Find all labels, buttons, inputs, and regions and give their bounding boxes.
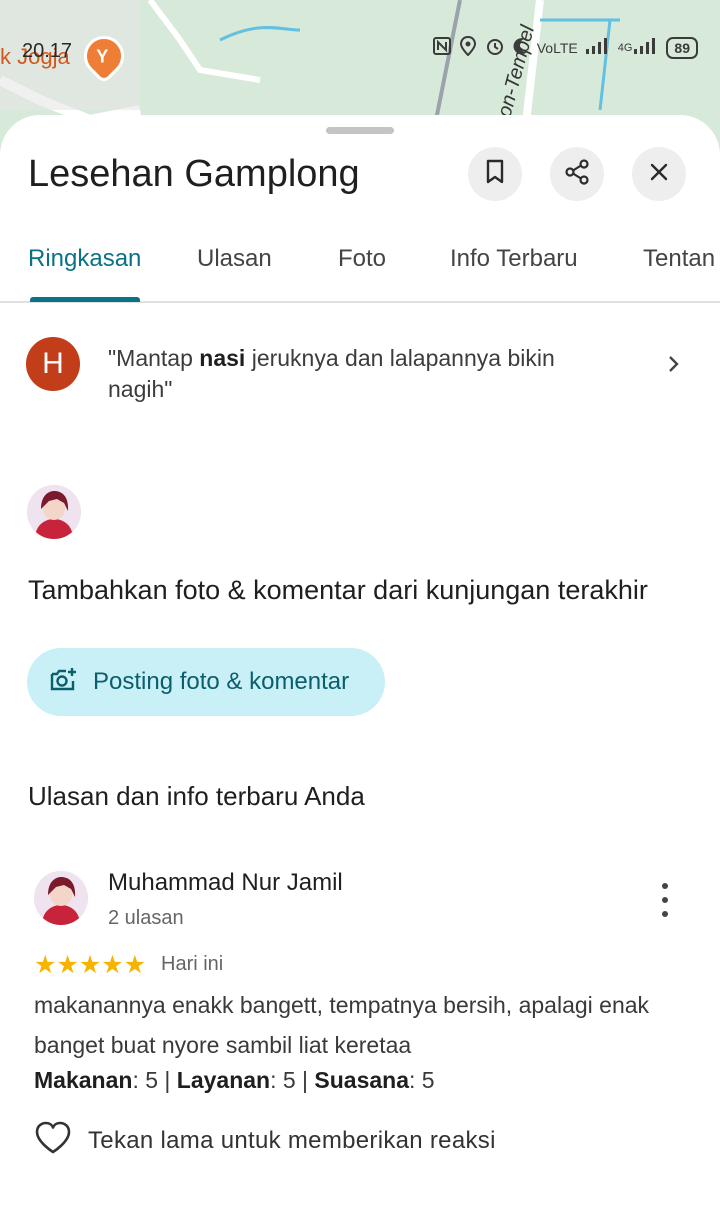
volte-label: VoLTE <box>536 39 578 56</box>
share-icon <box>563 158 591 191</box>
add-photo-icon <box>49 667 77 698</box>
close-icon <box>648 161 670 188</box>
alarm-icon <box>485 36 505 59</box>
review-body: makanannya enakk bangett, tempatnya bers… <box>34 992 650 1058</box>
tab-ringkasan[interactable]: Ringkasan <box>28 245 141 273</box>
snippet-quote: "Mantap nasi jeruknya dan lalapannya bik… <box>108 343 608 405</box>
close-button[interactable] <box>632 147 686 201</box>
signal-2-icon <box>634 38 658 57</box>
nfc-icon <box>432 37 451 58</box>
user-avatar <box>27 485 81 539</box>
more-vert-icon[interactable] <box>650 883 680 917</box>
status-icons: VoLTE 4G 89 <box>432 35 698 59</box>
chevron-right-icon <box>666 353 682 380</box>
star-rating: ★★★★★ <box>34 951 147 979</box>
save-button[interactable] <box>468 147 522 201</box>
sub-ratings: Makanan: 5 | Layanan: 5 | Suasana: 5 <box>34 1067 435 1094</box>
add-photo-prompt: Tambahkan foto & komentar dari kunjungan… <box>28 575 648 605</box>
snippet-quote-bold: nasi <box>199 345 246 371</box>
review-snippet[interactable]: H "Mantap nasi jeruknya dan lalapannya b… <box>26 337 696 427</box>
reviewer-name[interactable]: Muhammad Nur Jamil <box>108 869 343 897</box>
react-label: Tekan lama untuk memberikan reaksi <box>88 1126 496 1154</box>
share-button[interactable] <box>550 147 604 201</box>
service-value: : 5 | <box>270 1067 315 1093</box>
battery-indicator: 89 <box>666 36 698 59</box>
snippet-quote-open: "Mantap <box>108 345 200 371</box>
service-label: Layanan <box>176 1067 271 1093</box>
food-value: : 5 | <box>132 1067 177 1093</box>
post-photo-comment-button[interactable]: Posting foto & komentar <box>27 648 385 716</box>
reviewer-avatar[interactable] <box>34 871 88 925</box>
place-tabs: Ringkasan Ulasan Foto Info Terbaru Tenta… <box>0 233 720 303</box>
post-button-label: Posting foto & komentar <box>93 668 350 695</box>
avatar: H <box>26 337 80 391</box>
react-button[interactable]: Tekan lama untuk memberikan reaksi <box>34 1121 496 1160</box>
tab-ulasan[interactable]: Ulasan <box>197 245 272 273</box>
your-reviews-heading: Ulasan dan info terbaru Anda <box>28 781 365 811</box>
review-date: Hari ini <box>161 953 224 975</box>
atmosphere-label: Suasana <box>314 1067 410 1093</box>
place-sheet: Lesehan Gamplong Ringkasan Ulasan Foto I… <box>0 115 720 1212</box>
place-title: Lesehan Gamplong <box>28 153 360 195</box>
heart-outline-icon <box>34 1121 72 1160</box>
status-time: 20.17 <box>22 40 73 62</box>
active-tab-indicator <box>30 297 140 302</box>
drag-handle[interactable] <box>326 127 394 134</box>
tab-tentang[interactable]: Tentan <box>643 245 715 273</box>
bookmark-icon <box>484 159 506 190</box>
tab-foto[interactable]: Foto <box>338 245 386 273</box>
food-label: Makanan <box>34 1067 133 1093</box>
reviewer-review-count: 2 ulasan <box>108 907 184 929</box>
signal-icon <box>585 38 610 57</box>
moon-icon <box>513 37 529 58</box>
location-icon <box>459 35 477 59</box>
atmosphere-value: : 5 <box>409 1067 435 1093</box>
tab-info-terbaru[interactable]: Info Terbaru <box>450 245 578 273</box>
network-label: 4G <box>617 41 633 54</box>
